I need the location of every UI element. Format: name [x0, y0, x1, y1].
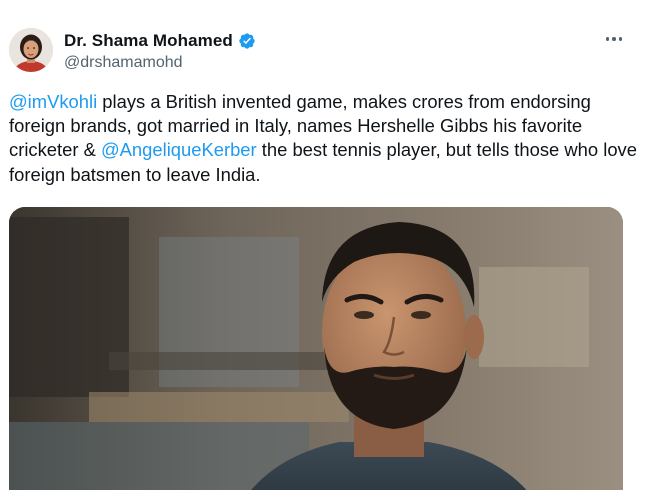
more-dot — [618, 37, 623, 41]
more-horizontal-icon[interactable] — [604, 30, 624, 48]
author-display-name[interactable]: Dr. Shama Mohamed — [64, 31, 233, 51]
mention-link[interactable]: @AngeliqueKerber — [101, 139, 257, 160]
author-handle[interactable]: @drshamamohd — [64, 54, 183, 72]
author-name-row: Dr. Shama Mohamed — [64, 31, 256, 51]
mention-link[interactable]: @imVkohli — [9, 91, 97, 112]
avatar-image — [9, 28, 53, 72]
more-dot — [605, 37, 610, 41]
tweet-media-image[interactable] — [9, 207, 623, 490]
tweet-card: Dr. Shama Mohamed @drshamamohd @imVkohli… — [0, 0, 652, 490]
tweet-text: @imVkohli plays a British invented game,… — [9, 90, 639, 187]
verified-badge-icon — [238, 32, 256, 50]
more-dot — [612, 37, 616, 41]
author-avatar[interactable] — [9, 28, 53, 72]
media-photo — [9, 207, 623, 490]
